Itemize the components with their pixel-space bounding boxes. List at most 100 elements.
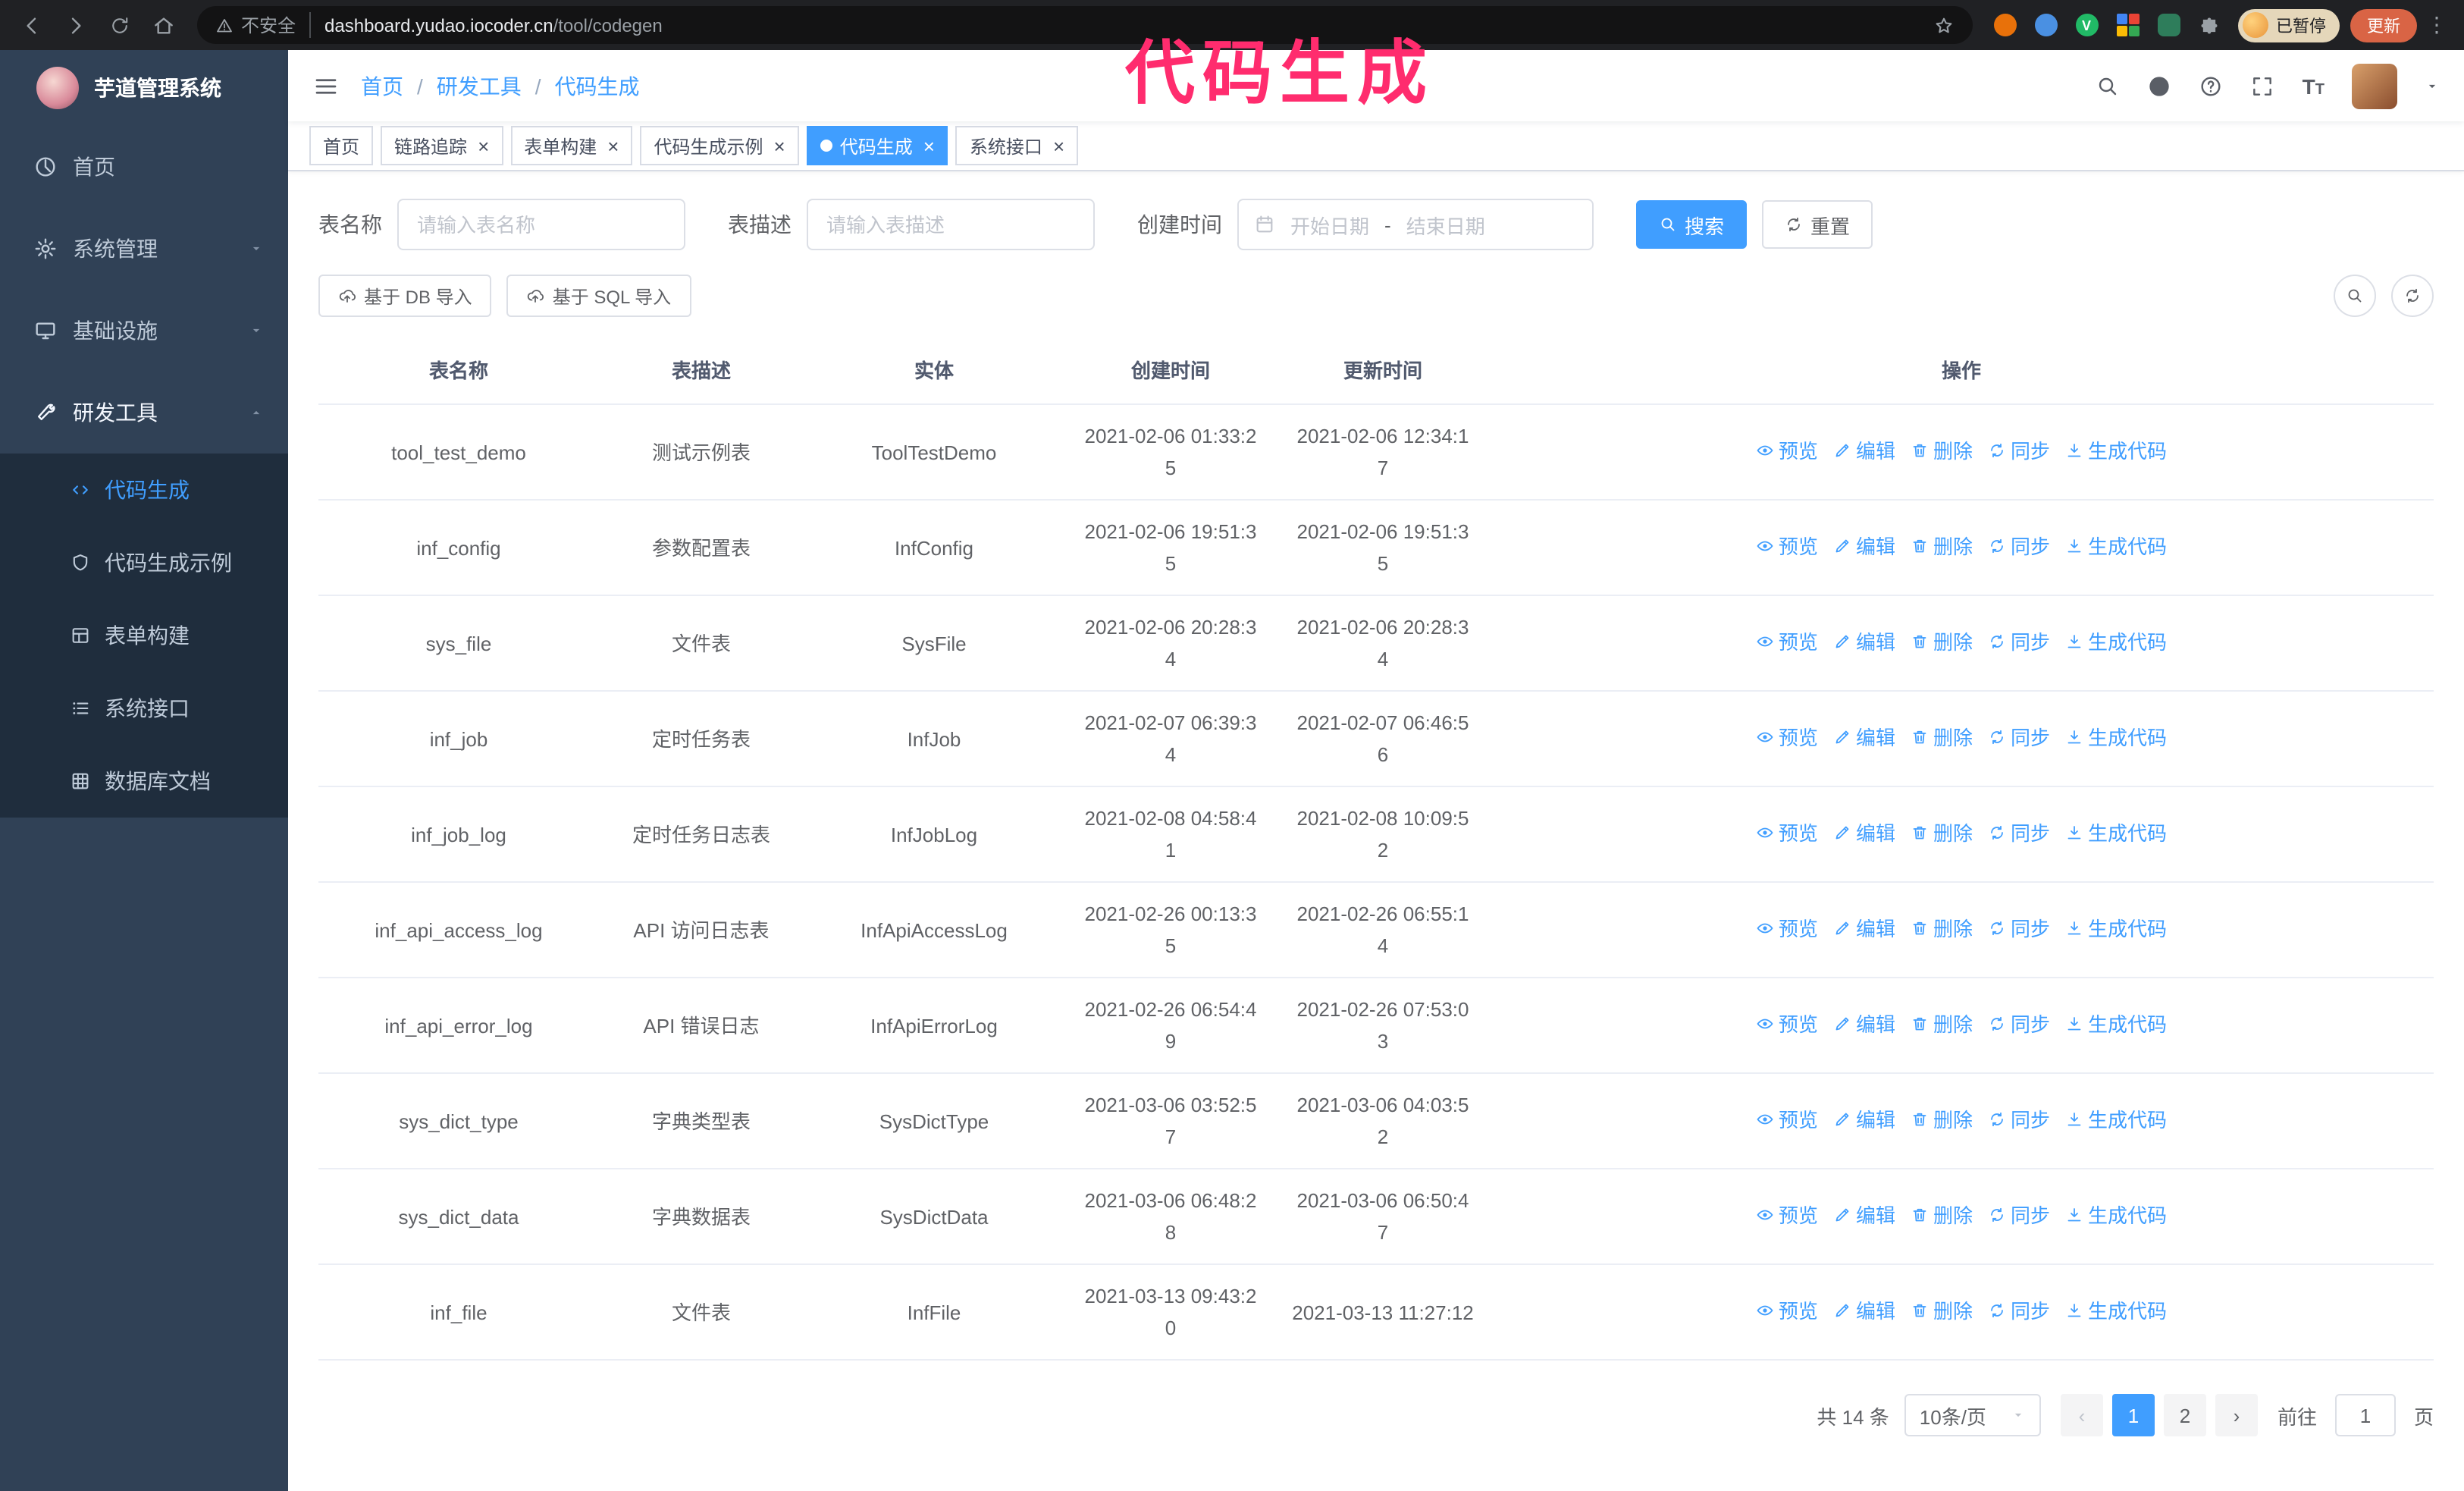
- sync-action-link[interactable]: 同步: [1988, 531, 2050, 563]
- edit-action-link[interactable]: 编辑: [1833, 913, 1895, 945]
- search-button[interactable]: 搜索: [1636, 200, 1748, 249]
- back-button[interactable]: [12, 5, 52, 45]
- help-icon[interactable]: [2199, 74, 2224, 98]
- edit-action-link[interactable]: 编辑: [1833, 1200, 1895, 1232]
- breadcrumb-item[interactable]: 首页: [361, 71, 403, 101]
- sidebar-item-form-builder[interactable]: 表单构建: [0, 599, 288, 672]
- edit-action-link[interactable]: 编辑: [1833, 722, 1895, 754]
- download-action-link[interactable]: 生成代码: [2065, 722, 2167, 754]
- extensions-puzzle-icon[interactable]: [2191, 7, 2227, 43]
- toggle-search-button[interactable]: [2334, 275, 2376, 317]
- sidebar-toggle-icon[interactable]: [312, 72, 340, 99]
- tab-codegen-example[interactable]: 代码生成示例 ×: [640, 126, 799, 165]
- table-name-input[interactable]: [397, 199, 685, 250]
- sidebar-item-system-admin[interactable]: 系统管理: [0, 208, 288, 290]
- github-icon[interactable]: [2148, 74, 2172, 98]
- extension-icon[interactable]: [1986, 7, 2023, 43]
- tab-tracer[interactable]: 链路追踪 ×: [381, 126, 503, 165]
- close-icon[interactable]: ×: [920, 136, 935, 155]
- sync-action-link[interactable]: 同步: [1988, 1200, 2050, 1232]
- bookmark-star-icon[interactable]: [1933, 14, 1955, 36]
- profile-chip[interactable]: 已暂停: [2238, 8, 2340, 42]
- sync-action-link[interactable]: 同步: [1988, 435, 2050, 467]
- close-icon[interactable]: ×: [475, 136, 489, 155]
- address-bar[interactable]: 不安全 dashboard.yudao.iocoder.cn /tool/cod…: [197, 6, 1973, 44]
- sidebar-item-system-api[interactable]: 系统接口: [0, 672, 288, 745]
- tab-form-builder[interactable]: 表单构建 ×: [510, 126, 633, 165]
- delete-action-link[interactable]: 删除: [1911, 1295, 1973, 1327]
- table-desc-input[interactable]: [807, 199, 1095, 250]
- sidebar-item-codegen[interactable]: 代码生成: [0, 454, 288, 526]
- sync-action-link[interactable]: 同步: [1988, 722, 2050, 754]
- import-db-button[interactable]: 基于 DB 导入: [318, 275, 492, 317]
- eye-action-link[interactable]: 预览: [1756, 722, 1818, 754]
- next-page-button[interactable]: ›: [2215, 1394, 2258, 1436]
- sync-action-link[interactable]: 同步: [1988, 913, 2050, 945]
- tab-system-api[interactable]: 系统接口 ×: [955, 126, 1079, 165]
- sidebar-item-infrastructure[interactable]: 基础设施: [0, 290, 288, 372]
- breadcrumb-item[interactable]: 代码生成: [555, 71, 640, 101]
- delete-action-link[interactable]: 删除: [1911, 626, 1973, 658]
- download-action-link[interactable]: 生成代码: [2065, 1104, 2167, 1136]
- edit-action-link[interactable]: 编辑: [1833, 626, 1895, 658]
- delete-action-link[interactable]: 删除: [1911, 1009, 1973, 1041]
- goto-page-input[interactable]: [2334, 1394, 2396, 1436]
- download-action-link[interactable]: 生成代码: [2065, 818, 2167, 849]
- delete-action-link[interactable]: 删除: [1911, 1200, 1973, 1232]
- font-size-icon[interactable]: TT: [2303, 74, 2324, 98]
- download-action-link[interactable]: 生成代码: [2065, 913, 2167, 945]
- caret-down-icon[interactable]: [2425, 78, 2440, 93]
- extension-icon[interactable]: [2109, 7, 2146, 43]
- delete-action-link[interactable]: 删除: [1911, 531, 1973, 563]
- download-action-link[interactable]: 生成代码: [2065, 626, 2167, 658]
- sidebar-item-home[interactable]: 首页: [0, 126, 288, 208]
- extension-icon[interactable]: V: [2068, 7, 2105, 43]
- page-size-select[interactable]: 10条/页: [1904, 1394, 2041, 1436]
- sidebar-item-dev-tools[interactable]: 研发工具: [0, 372, 288, 454]
- delete-action-link[interactable]: 删除: [1911, 818, 1973, 849]
- browser-home-button[interactable]: [144, 5, 183, 45]
- import-sql-button[interactable]: 基于 SQL 导入: [506, 275, 691, 317]
- reload-button[interactable]: [100, 5, 140, 45]
- close-icon[interactable]: ×: [771, 136, 785, 155]
- sync-action-link[interactable]: 同步: [1988, 626, 2050, 658]
- download-action-link[interactable]: 生成代码: [2065, 1200, 2167, 1232]
- extension-icon[interactable]: [2027, 7, 2064, 43]
- edit-action-link[interactable]: 编辑: [1833, 1009, 1895, 1041]
- close-icon[interactable]: ×: [1050, 136, 1064, 155]
- download-action-link[interactable]: 生成代码: [2065, 1009, 2167, 1041]
- breadcrumb-item[interactable]: 研发工具: [437, 71, 522, 101]
- search-icon[interactable]: [2096, 74, 2121, 98]
- download-action-link[interactable]: 生成代码: [2065, 435, 2167, 467]
- eye-action-link[interactable]: 预览: [1756, 1200, 1818, 1232]
- download-action-link[interactable]: 生成代码: [2065, 1295, 2167, 1327]
- tab-home[interactable]: 首页: [309, 126, 374, 165]
- edit-action-link[interactable]: 编辑: [1833, 531, 1895, 563]
- prev-page-button[interactable]: ‹: [2060, 1394, 2103, 1436]
- security-indicator[interactable]: 不安全: [215, 12, 312, 38]
- eye-action-link[interactable]: 预览: [1756, 818, 1818, 849]
- extension-icon[interactable]: [2150, 7, 2187, 43]
- eye-action-link[interactable]: 预览: [1756, 1104, 1818, 1136]
- eye-action-link[interactable]: 预览: [1756, 626, 1818, 658]
- download-action-link[interactable]: 生成代码: [2065, 531, 2167, 563]
- sync-action-link[interactable]: 同步: [1988, 1104, 2050, 1136]
- forward-button[interactable]: [56, 5, 96, 45]
- sync-action-link[interactable]: 同步: [1988, 1009, 2050, 1041]
- browser-menu-kebab-icon[interactable]: ⋮: [2422, 12, 2452, 38]
- eye-action-link[interactable]: 预览: [1756, 531, 1818, 563]
- edit-action-link[interactable]: 编辑: [1833, 1295, 1895, 1327]
- eye-action-link[interactable]: 预览: [1756, 1295, 1818, 1327]
- delete-action-link[interactable]: 删除: [1911, 722, 1973, 754]
- delete-action-link[interactable]: 删除: [1911, 435, 1973, 467]
- reset-button[interactable]: 重置: [1762, 200, 1873, 249]
- close-icon[interactable]: ×: [604, 136, 619, 155]
- delete-action-link[interactable]: 删除: [1911, 1104, 1973, 1136]
- eye-action-link[interactable]: 预览: [1756, 435, 1818, 467]
- eye-action-link[interactable]: 预览: [1756, 1009, 1818, 1041]
- date-range-picker[interactable]: 开始日期 - 结束日期: [1237, 199, 1594, 250]
- edit-action-link[interactable]: 编辑: [1833, 435, 1895, 467]
- sync-action-link[interactable]: 同步: [1988, 818, 2050, 849]
- sidebar-item-codegen-example[interactable]: 代码生成示例: [0, 526, 288, 599]
- eye-action-link[interactable]: 预览: [1756, 913, 1818, 945]
